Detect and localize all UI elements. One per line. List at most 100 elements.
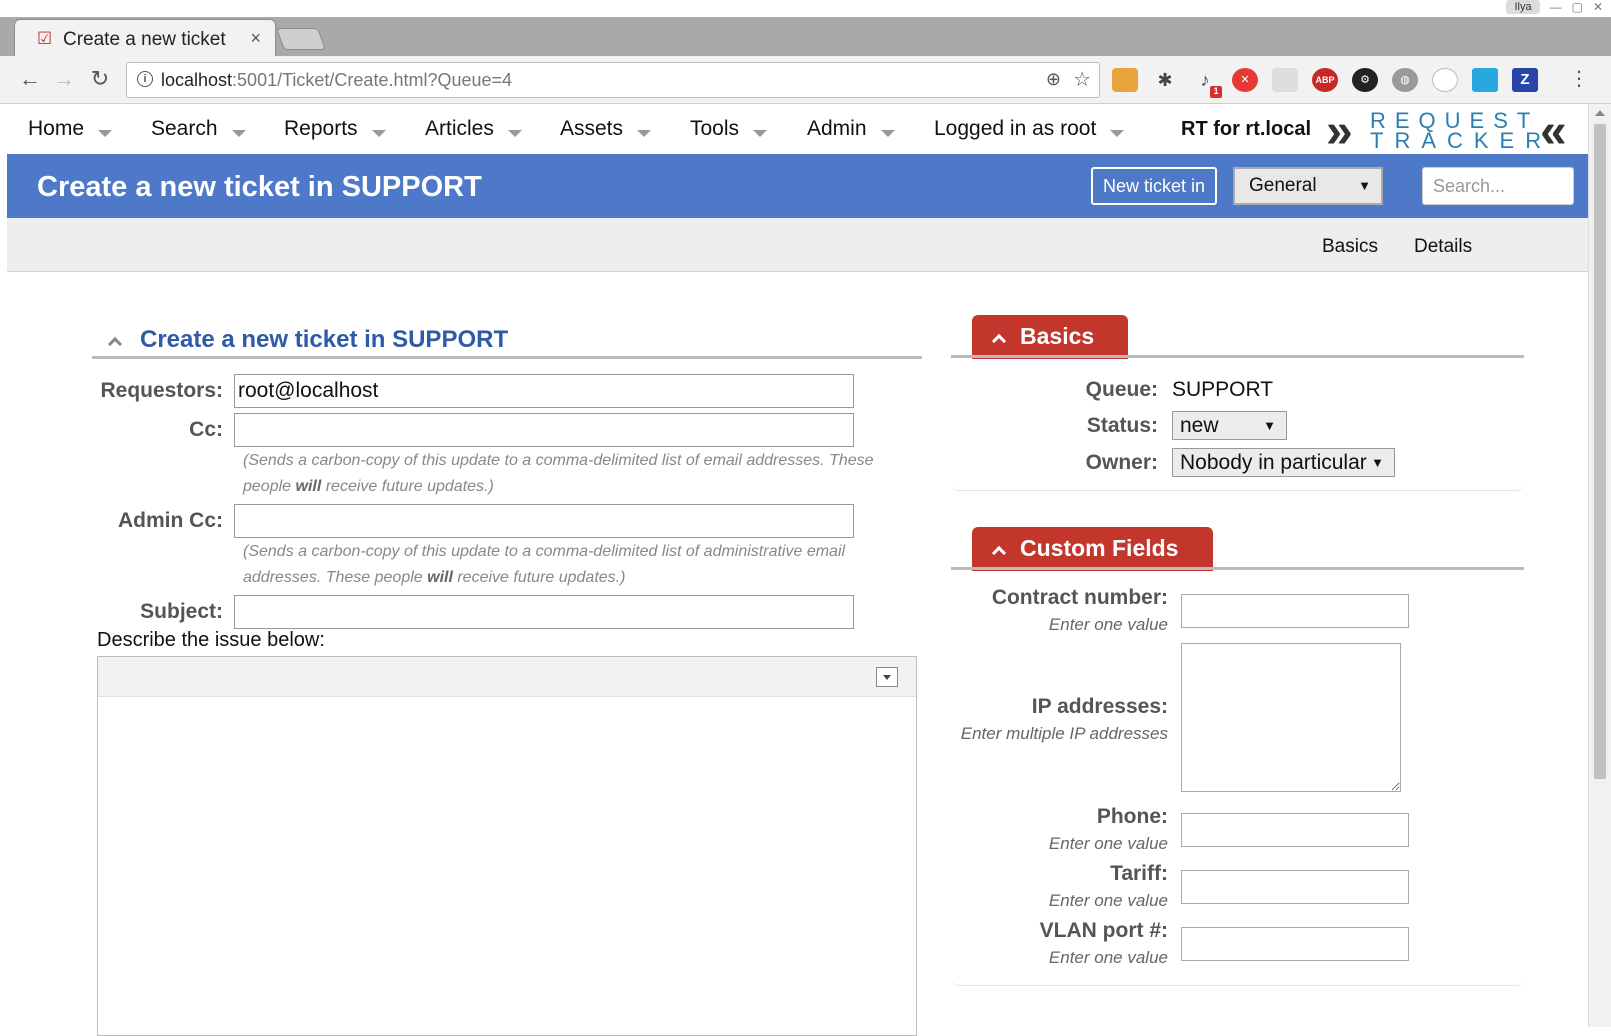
collapse-chevron-icon[interactable] [107, 336, 123, 352]
rt-main-menu: Home Search Reports Articles Assets Tool… [0, 104, 1588, 158]
admin-cc-hint-text-a: addresses. These people [243, 569, 428, 586]
owner-label: Owner: [1085, 451, 1158, 474]
browser-tab-strip: Ilya — ▢ ✕ ☑ Create a new ticket × [0, 0, 1611, 57]
status-label: Status: [1086, 414, 1158, 437]
basics-title: Basics [1020, 323, 1095, 349]
extension-red-icon[interactable]: ✕ [1232, 68, 1258, 92]
admin-cc-field[interactable] [234, 504, 854, 538]
admin-cc-hint-text-c: receive future updates.) [452, 569, 626, 586]
close-window-icon[interactable]: ✕ [1593, 0, 1603, 17]
site-info-icon[interactable]: i [137, 71, 153, 87]
menu-search-label: Search [151, 117, 218, 140]
ip-addresses-field[interactable] [1181, 643, 1401, 792]
url-text: localhost:5001/Ticket/Create.html?Queue=… [161, 70, 512, 91]
subject-field[interactable] [234, 595, 854, 629]
admin-cc-hint-emphasis: will [427, 569, 453, 586]
menu-tools[interactable]: Tools [690, 117, 768, 141]
chevron-down-icon [507, 129, 522, 137]
extension-js-icon[interactable] [1272, 68, 1298, 92]
extension-gear-icon[interactable]: ⚙ [1352, 68, 1378, 92]
bookmark-star-icon[interactable]: ☆ [1073, 67, 1091, 92]
basics-bottom-border [951, 483, 1524, 491]
menu-home-label: Home [28, 117, 85, 140]
tab-basics[interactable]: Basics [1322, 236, 1378, 258]
custom-fields-bottom-border [951, 978, 1524, 986]
queue-label: Queue: [1085, 378, 1158, 401]
admin-cc-hint-line-1: (Sends a carbon-copy of this update to a… [243, 543, 846, 560]
phone-field[interactable] [1181, 813, 1409, 847]
owner-select[interactable]: Nobody in particular ▼ [1172, 448, 1395, 477]
reload-icon[interactable]: ↻ [86, 66, 114, 92]
menu-admin[interactable]: Admin [807, 117, 895, 141]
request-tracker-logo[interactable]: » REQUEST TRACKER « [1326, 105, 1584, 158]
basics-header[interactable]: Basics [972, 315, 1128, 359]
custom-fields-title: Custom Fields [1020, 535, 1179, 561]
page-subnav: Basics Details [7, 218, 1588, 272]
cc-field[interactable] [234, 413, 854, 447]
status-select[interactable]: new ▼ [1172, 411, 1287, 440]
extension-window-icon[interactable] [1472, 68, 1498, 92]
subject-label: Subject: [140, 600, 223, 623]
tariff-field[interactable] [1181, 870, 1409, 904]
chevron-down-icon [231, 129, 246, 137]
cc-hint-text-a: people [243, 478, 296, 495]
search-input[interactable] [1422, 167, 1574, 205]
tariff-hint: Enter one value [1048, 891, 1168, 910]
scrollbar-thumb[interactable] [1594, 124, 1606, 779]
menu-logged-in[interactable]: Logged in as root [934, 117, 1125, 141]
back-arrow-icon[interactable]: ← [16, 66, 44, 92]
extension-music-icon[interactable]: ♪ 1 [1192, 68, 1222, 98]
extension-circle-icon[interactable] [1432, 68, 1458, 92]
cc-hint: (Sends a carbon-copy of this update to a… [243, 448, 903, 500]
vlan-port-field[interactable] [1181, 927, 1409, 961]
owner-select-value: Nobody in particular [1180, 451, 1367, 474]
extension-bug-icon[interactable]: ✱ [1152, 68, 1178, 92]
tab-close-icon[interactable]: × [250, 28, 261, 49]
address-bar[interactable]: i localhost:5001/Ticket/Create.html?Queu… [126, 62, 1100, 98]
zoom-icon[interactable]: ⊕ [1046, 69, 1061, 90]
contract-number-label: Contract number: [991, 586, 1168, 609]
ticket-form-title[interactable]: Create a new ticket in SUPPORT [107, 326, 508, 354]
minimize-icon[interactable]: — [1550, 0, 1562, 17]
collapse-chevron-icon [991, 333, 1007, 349]
extension-z-icon[interactable]: Z [1512, 68, 1538, 92]
cc-hint-line-1: (Sends a carbon-copy of this update to a… [243, 452, 874, 469]
extension-globe-icon[interactable]: ◍ [1392, 68, 1418, 92]
admin-cc-hint: (Sends a carbon-copy of this update to a… [243, 539, 903, 591]
menu-articles[interactable]: Articles [425, 117, 522, 141]
menu-reports[interactable]: Reports [284, 117, 386, 141]
profile-button[interactable]: Ilya [1506, 0, 1540, 14]
forward-arrow-icon[interactable]: → [50, 66, 78, 92]
new-ticket-button[interactable]: New ticket in [1091, 167, 1218, 205]
cc-hint-line-2: people will receive future updates.) [243, 474, 903, 500]
menu-logged-in-label: Logged in as root [934, 117, 1097, 140]
editor-toolbar-toggle-icon[interactable] [876, 667, 898, 687]
menu-home[interactable]: Home [28, 117, 113, 141]
logo-chevron-right-icon: » [1326, 105, 1353, 158]
contract-number-field[interactable] [1181, 594, 1409, 628]
logo-chevron-left-icon: « [1540, 105, 1567, 158]
requestors-field[interactable] [234, 374, 854, 408]
chevron-down-icon [1110, 129, 1125, 137]
new-tab-button[interactable] [275, 28, 327, 50]
browser-menu-icon[interactable]: ⋮ [1569, 66, 1589, 91]
menu-admin-label: Admin [807, 117, 867, 140]
scroll-up-icon[interactable] [1595, 110, 1605, 116]
menu-search[interactable]: Search [151, 117, 246, 141]
chevron-down-icon [880, 129, 895, 137]
queue-select[interactable]: General ▼ [1233, 167, 1383, 205]
tab-details[interactable]: Details [1414, 236, 1472, 258]
menu-assets-label: Assets [560, 117, 624, 140]
custom-fields-header[interactable]: Custom Fields [972, 527, 1213, 571]
chevron-down-icon [98, 129, 113, 137]
maximize-icon[interactable]: ▢ [1572, 0, 1583, 17]
extension-basket-icon[interactable] [1112, 68, 1138, 92]
page-scrollbar[interactable] [1588, 104, 1611, 1027]
adblock-icon[interactable]: ABP [1312, 68, 1338, 92]
url-host: localhost [161, 70, 233, 90]
browser-tab-active[interactable]: ☑ Create a new ticket × [14, 19, 276, 57]
menu-assets[interactable]: Assets [560, 117, 652, 141]
window-controls: Ilya — ▢ ✕ [1506, 0, 1603, 17]
dropdown-arrow-icon: ▼ [1263, 418, 1276, 433]
description-editor[interactable] [97, 656, 917, 1036]
